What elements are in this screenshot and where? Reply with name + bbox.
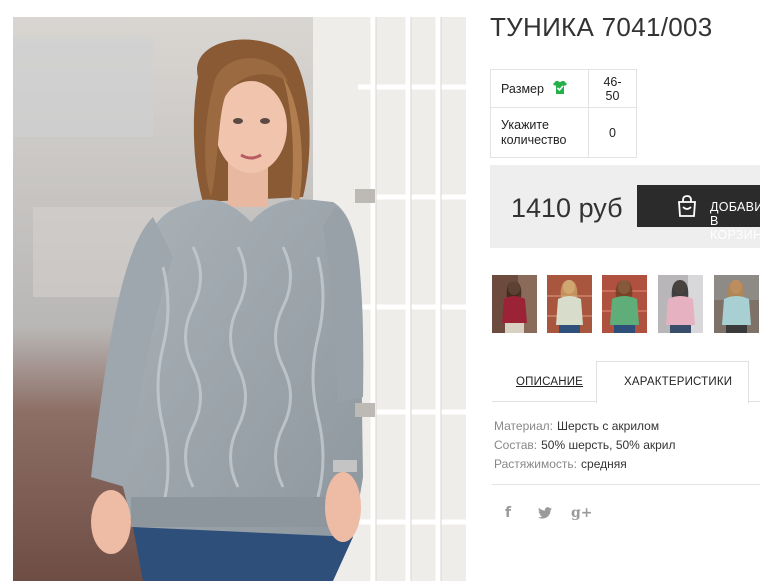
- thumbnail-2[interactable]: [547, 275, 592, 333]
- characteristic-key: Растяжимость:: [494, 457, 578, 471]
- thumbnail-5[interactable]: [714, 275, 759, 333]
- characteristic-value: Шерсть с акрилом: [556, 419, 660, 433]
- product-title: ТУНИКА 7041/003: [490, 12, 713, 42]
- size-label-cell: Размер: [490, 69, 589, 108]
- googleplus-icon[interactable]: g+: [571, 505, 593, 521]
- thumbnail-4[interactable]: [658, 275, 703, 333]
- characteristics-list: Материал: Шерсть с акрилом Состав: 50% шер…: [494, 417, 676, 474]
- characteristic-key: Материал:: [494, 419, 553, 433]
- facebook-icon[interactable]: f: [505, 505, 511, 521]
- characteristic-row: Растяжимость: средняя: [494, 455, 676, 474]
- tab-characteristics[interactable]: ХАРАКТЕРИСТИКИ: [624, 376, 732, 388]
- size-label: Размер: [501, 81, 544, 96]
- product-price: 1410 руб: [511, 193, 623, 223]
- size-value[interactable]: 46-50: [588, 69, 637, 108]
- add-to-cart-button[interactable]: ДОБАВИТЬ В КОРЗИНУ: [637, 185, 760, 242]
- thumbnail-strip: [492, 275, 760, 333]
- product-photo-illustration: [13, 17, 466, 581]
- thumbnail-1[interactable]: [492, 275, 537, 333]
- add-to-cart-label: ДОБАВИТЬ В КОРЗИНУ: [710, 200, 760, 242]
- characteristic-value: средняя: [581, 457, 627, 471]
- characteristic-value: 50% шерсть, 50% акрил: [541, 438, 676, 452]
- quantity-label-cell: Укажите количество: [490, 107, 589, 158]
- quantity-row: Укажите количество 0: [490, 107, 637, 158]
- characteristic-row: Материал: Шерсть с акрилом: [494, 417, 676, 436]
- price-box: 1410 руб ДОБАВИТЬ В КОРЗИНУ: [490, 165, 760, 248]
- characteristic-row: Состав: 50% шерсть, 50% акрил: [494, 436, 676, 455]
- social-divider: [492, 484, 760, 485]
- thumbnail-3[interactable]: [602, 275, 647, 333]
- quantity-value[interactable]: 0: [588, 107, 637, 158]
- twitter-icon[interactable]: [538, 506, 552, 524]
- characteristic-key: Состав:: [494, 438, 538, 452]
- product-options-table: Размер 46-50 Укажите количество 0: [490, 69, 637, 158]
- tshirt-check-icon[interactable]: [552, 80, 568, 98]
- tab-description[interactable]: ОПИСАНИЕ: [516, 376, 583, 388]
- quantity-label: Укажите количество: [501, 117, 567, 147]
- main-product-photo[interactable]: [13, 17, 466, 581]
- size-row: Размер 46-50: [490, 69, 637, 108]
- shopping-bag-icon: [675, 194, 699, 221]
